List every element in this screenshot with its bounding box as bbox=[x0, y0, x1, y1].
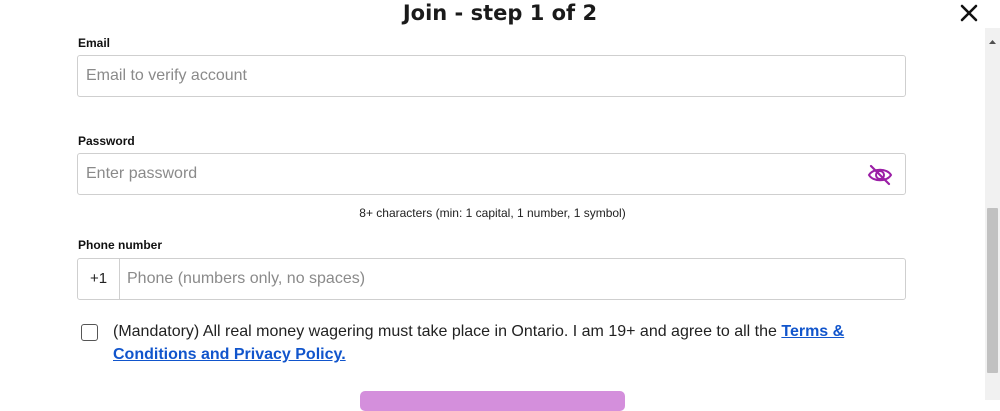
password-field[interactable] bbox=[86, 154, 846, 194]
continue-button[interactable] bbox=[360, 391, 625, 411]
email-label: Email bbox=[78, 36, 111, 50]
password-label: Password bbox=[78, 134, 135, 148]
phone-label: Phone number bbox=[78, 238, 163, 252]
password-hint: 8+ characters (min: 1 capital, 1 number,… bbox=[359, 206, 626, 220]
eye-off-icon[interactable] bbox=[867, 163, 893, 187]
email-field[interactable] bbox=[86, 56, 846, 96]
consent-text: (Mandatory) All real money wagering must… bbox=[113, 320, 903, 366]
phone-field[interactable] bbox=[127, 259, 867, 299]
consent-statement: (Mandatory) All real money wagering must… bbox=[113, 323, 782, 340]
email-field-container bbox=[77, 55, 906, 97]
consent-checkbox[interactable] bbox=[81, 324, 98, 341]
dialog-title: Join - step 1 of 2 bbox=[402, 1, 598, 25]
close-icon[interactable] bbox=[958, 2, 980, 24]
scrollbar-thumb[interactable] bbox=[987, 208, 998, 373]
scrollbar[interactable] bbox=[985, 28, 1000, 400]
country-code-prefix[interactable]: +1 bbox=[78, 259, 120, 299]
chevron-up-icon[interactable] bbox=[985, 34, 1000, 44]
phone-field-container: +1 bbox=[77, 258, 906, 300]
password-field-container bbox=[77, 153, 906, 195]
